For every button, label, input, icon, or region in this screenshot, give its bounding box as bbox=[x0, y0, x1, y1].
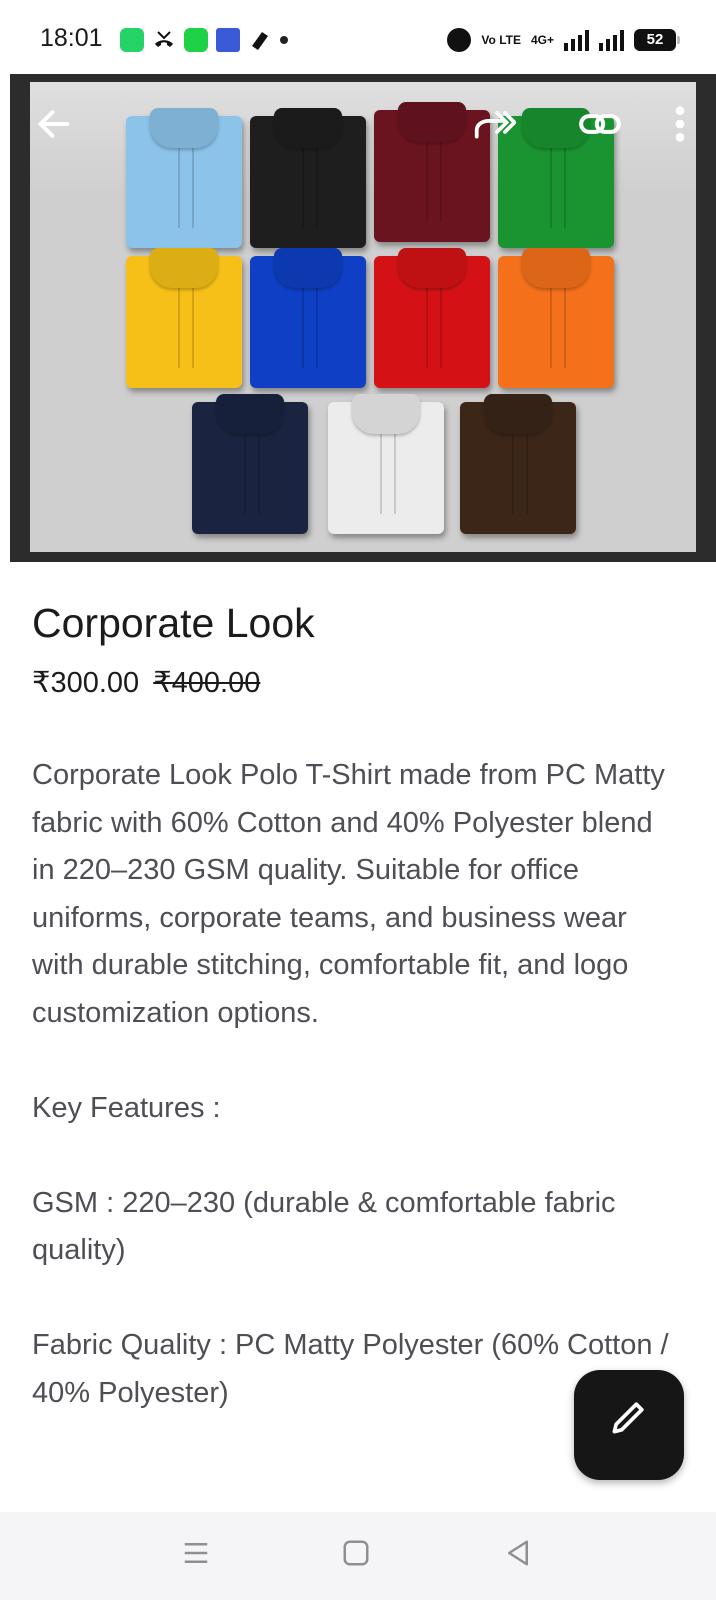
signal-icon-2 bbox=[599, 29, 624, 51]
shirt-navy bbox=[192, 402, 308, 534]
product-title: Corporate Look bbox=[32, 600, 315, 646]
shirt-yellow bbox=[126, 256, 242, 388]
pencil-edit-icon bbox=[612, 1402, 644, 1434]
product-image[interactable] bbox=[10, 74, 716, 562]
more-notifications-dot bbox=[280, 36, 288, 44]
product-description: Corporate Look Polo T-Shirt made from PC… bbox=[32, 752, 682, 1417]
system-icons: Vo LTE 4G+ 52 bbox=[447, 28, 680, 52]
app-notification-icon bbox=[248, 28, 272, 52]
calculator-app-icon bbox=[184, 28, 208, 52]
status-bar: 18:01 Vo LTE 4G+ 52 bbox=[0, 0, 716, 74]
status-time: 18:01 bbox=[40, 24, 103, 52]
shirt-orange bbox=[498, 256, 614, 388]
shirt-white bbox=[328, 402, 444, 534]
alarm-icon bbox=[447, 28, 472, 52]
signal-icon bbox=[564, 29, 589, 51]
battery-icon: 52 bbox=[634, 29, 680, 51]
network-type: 4G+ bbox=[530, 33, 554, 47]
back-arrow-icon[interactable] bbox=[30, 104, 78, 152]
menu-icon[interactable] bbox=[178, 1538, 214, 1574]
key-features-heading: Key Features : bbox=[32, 1091, 221, 1124]
link-icon[interactable] bbox=[576, 104, 624, 152]
price-row: ₹300.00 ₹400.00 bbox=[32, 665, 682, 700]
edit-button[interactable] bbox=[574, 1370, 684, 1480]
volte-indicator: Vo LTE bbox=[481, 32, 521, 47]
back-triangle-icon[interactable] bbox=[500, 1538, 536, 1574]
system-nav-bar bbox=[0, 1512, 716, 1600]
forward-share-icon[interactable] bbox=[470, 104, 518, 152]
missed-call-icon bbox=[152, 28, 176, 52]
original-price: ₹400.00 bbox=[153, 667, 261, 699]
home-square-icon[interactable] bbox=[338, 1538, 374, 1574]
shirt-royal-blue bbox=[250, 256, 366, 388]
shirt-brown bbox=[460, 402, 576, 534]
notification-icons bbox=[120, 28, 288, 52]
product-photo bbox=[30, 82, 696, 552]
product-price: ₹300.00 bbox=[32, 667, 140, 699]
word-app-icon bbox=[216, 28, 240, 52]
whatsapp-icon bbox=[120, 28, 144, 52]
shirt-light-blue bbox=[126, 116, 242, 248]
more-vert-icon[interactable] bbox=[656, 104, 704, 152]
shirt-red bbox=[374, 256, 490, 388]
feature-gsm: GSM : 220–230 (durable & comfortable fab… bbox=[32, 1186, 616, 1267]
description-text: Corporate Look Polo T-Shirt made from PC… bbox=[32, 759, 665, 1029]
shirt-black bbox=[250, 116, 366, 248]
product-details: Corporate Look ₹300.00 ₹400.00 Corporate… bbox=[32, 600, 682, 1417]
